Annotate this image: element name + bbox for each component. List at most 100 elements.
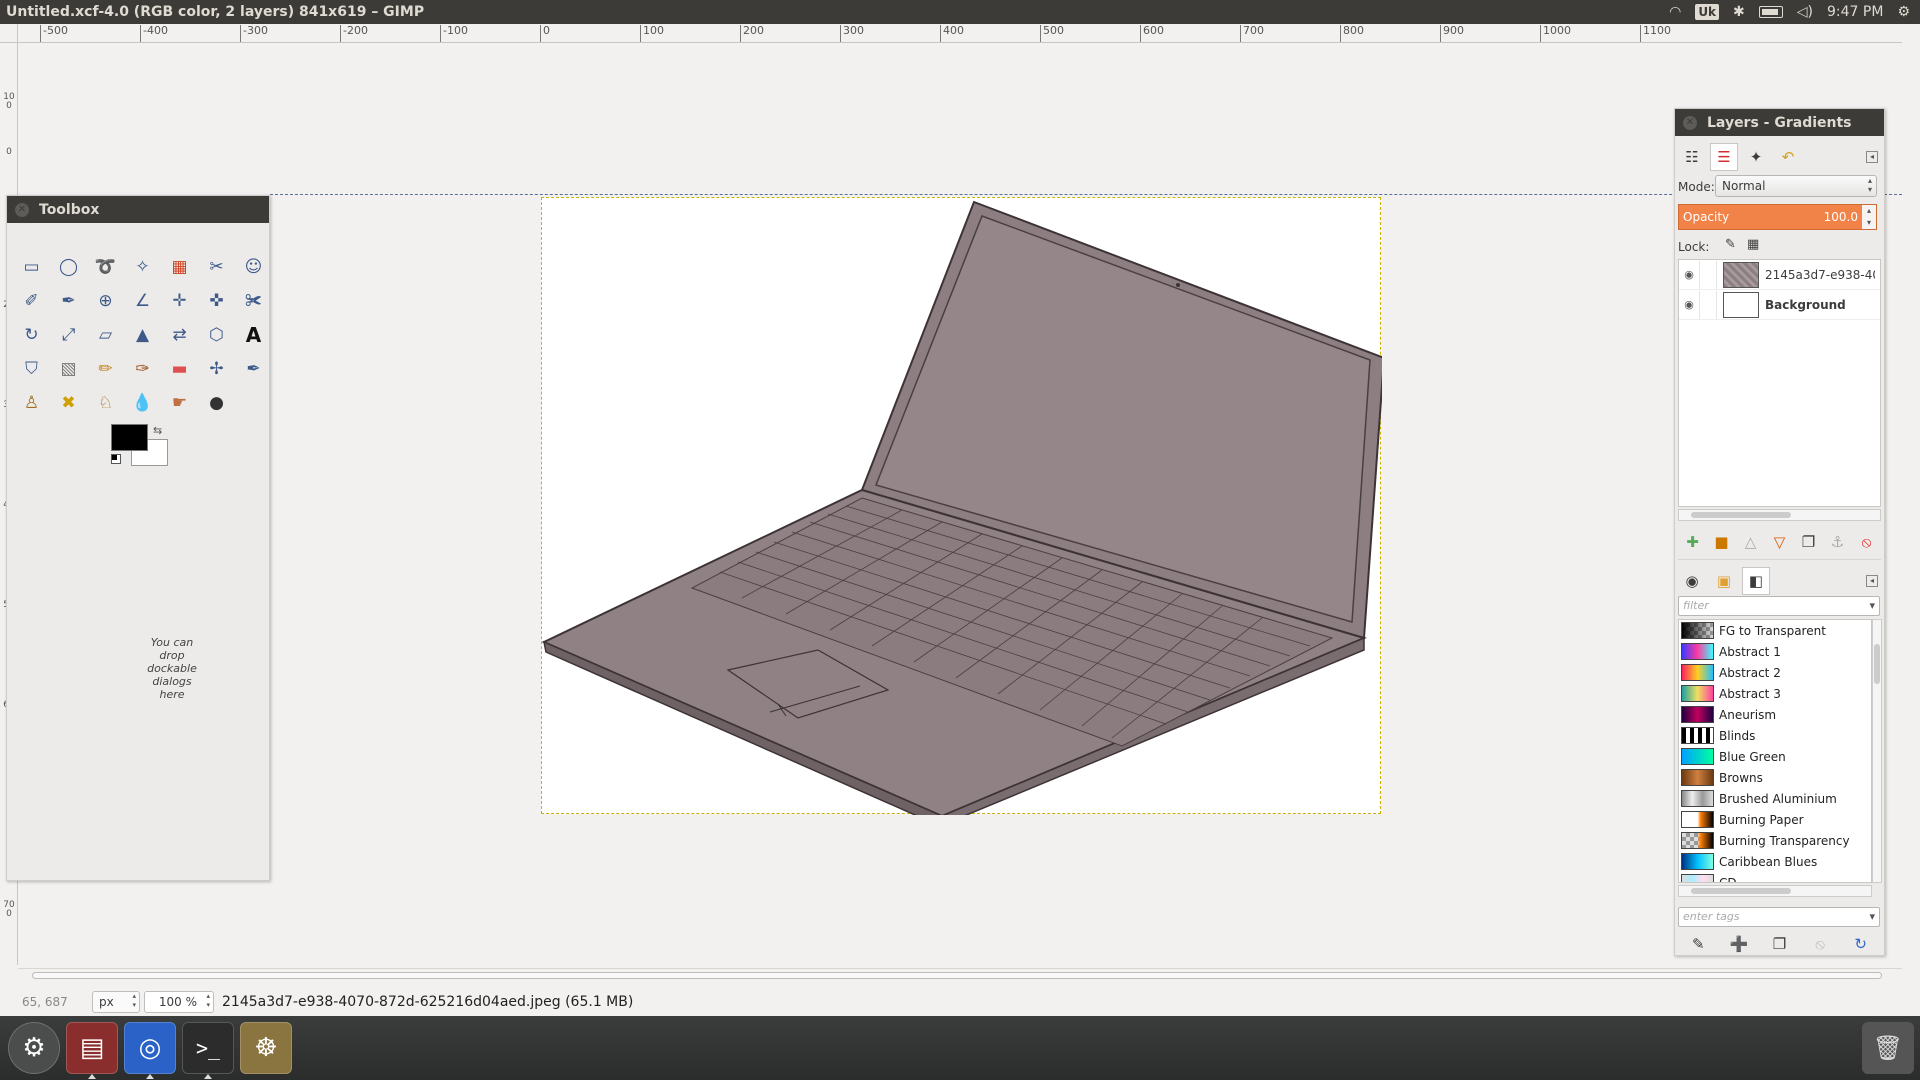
delete-gradient-icon[interactable]: ⦸ [1811,935,1829,953]
gradient-item[interactable]: Brushed Aluminium [1679,788,1871,809]
perspective-clone-icon[interactable]: ♘ [87,386,124,420]
select-by-color-icon[interactable]: ▦ [161,250,198,284]
raise-layer-icon[interactable]: △ [1742,533,1759,551]
default-colors-icon[interactable] [111,454,121,464]
crop-icon[interactable]: ✀ [235,284,272,318]
tab-paths[interactable]: ✦ [1742,143,1770,171]
new-layer-group-icon[interactable]: ■ [1713,533,1730,551]
delete-layer-icon[interactable]: ⦸ [1858,533,1875,551]
refresh-gradients-icon[interactable]: ↻ [1852,935,1870,953]
tab-layers[interactable]: ☷ [1678,143,1706,171]
anchor-layer-icon[interactable]: ⚓ [1829,533,1846,551]
pencil-icon[interactable]: ✏ [87,352,124,386]
zoom-select[interactable]: 100 % [144,991,214,1013]
visibility-eye-icon[interactable]: ◉ [1679,268,1699,281]
scale-icon[interactable]: ⤢ [50,318,87,352]
volume-icon[interactable]: ◁) [1797,4,1813,20]
paintbrush-icon[interactable]: ✑ [124,352,161,386]
canvas-hscrollbar[interactable] [18,968,1902,982]
horizontal-guide[interactable] [270,194,1902,195]
close-icon[interactable]: ✕ [1683,115,1697,130]
visibility-eye-icon[interactable]: ◉ [1679,298,1699,311]
color-picker-icon[interactable]: ✒ [50,284,87,318]
tab-menu-icon[interactable]: ◂ [1866,575,1878,587]
tab-gradients[interactable]: ◧ [1742,567,1770,595]
gradient-item[interactable]: Abstract 1 [1679,641,1871,662]
bucket-fill-icon[interactable]: ⛉ [13,352,50,386]
fuzzy-select-icon[interactable]: ✧ [124,250,161,284]
zoom-icon[interactable]: ⊕ [87,284,124,318]
gradient-item[interactable]: Browns [1679,767,1871,788]
gradient-item[interactable]: CD [1679,872,1871,882]
gradient-item[interactable]: Caribbean Blues [1679,851,1871,872]
tags-input[interactable]: enter tags [1678,907,1880,927]
chain-toggle[interactable] [1699,260,1717,289]
tab-brushes[interactable]: ◉ [1678,567,1706,595]
gradient-item[interactable]: Blinds [1679,725,1871,746]
gradient-item[interactable]: Blue Green [1679,746,1871,767]
rotate-icon[interactable]: ↻ [13,318,50,352]
dock-titlebar[interactable]: ✕ Layers - Gradients [1675,109,1884,136]
gradient-item[interactable]: Abstract 3 [1679,683,1871,704]
terminal-icon[interactable]: >_ [182,1022,234,1074]
free-select-icon[interactable]: ➰ [87,250,124,284]
layer-row[interactable]: ◉ Background [1679,290,1880,320]
opacity-spinner[interactable]: ▴ ▾ [1862,205,1876,229]
heal-icon[interactable]: ✖ [50,386,87,420]
gradient-list-vscrollbar[interactable] [1872,619,1882,883]
shear-icon[interactable]: ▱ [87,318,124,352]
text-icon[interactable]: A [235,318,272,352]
flip-icon[interactable]: ⇄ [161,318,198,352]
trash-icon[interactable]: 🗑 [1862,1022,1914,1074]
ubuntu-dash-icon[interactable]: ⚙ [8,1022,60,1074]
gradient-item[interactable]: Burning Paper [1679,809,1871,830]
lower-layer-icon[interactable]: ▽ [1771,533,1788,551]
tab-channels[interactable]: ☰ [1710,143,1738,171]
close-icon[interactable]: ✕ [15,202,29,217]
image-canvas[interactable] [541,197,1382,815]
ruler-corner[interactable] [0,24,18,43]
clock[interactable]: 9:47 PM [1827,4,1883,20]
tab-undo-history[interactable]: ↶ [1774,143,1802,171]
gimp-icon[interactable]: ☸ [240,1022,292,1074]
opacity-slider[interactable]: Opacity 100.0 ▴ ▾ [1678,204,1877,230]
duplicate-gradient-icon[interactable]: ❐ [1770,935,1788,953]
paths-icon[interactable]: ✐ [13,284,50,318]
layer-name[interactable]: Background [1765,298,1875,312]
cage-icon[interactable]: ⬡ [198,318,235,352]
eraser-icon[interactable]: ▬ [161,352,198,386]
blur-icon[interactable]: 💧 [124,386,161,420]
move-icon[interactable]: ✛ [161,284,198,318]
tab-patterns[interactable]: ▣ [1710,567,1738,595]
layer-name[interactable]: 2145a3d7-e938-4070-872d-625216d04aed.jpe… [1765,268,1875,282]
gradient-item[interactable]: Burning Transparency [1679,830,1871,851]
keyboard-layout-indicator[interactable]: Uk [1695,4,1720,20]
settings-gear-icon[interactable]: ⚙ [1897,4,1910,20]
swap-colors-icon[interactable]: ⇆ [153,424,162,437]
ellipse-select-icon[interactable]: ◯ [50,250,87,284]
airbrush-icon[interactable]: ✢ [198,352,235,386]
edit-gradient-icon[interactable]: ✎ [1689,935,1707,953]
gradient-filter-input[interactable]: filter [1678,596,1880,616]
layer-row[interactable]: ◉ 2145a3d7-e938-4070-872d-625216d04aed.j… [1679,260,1880,290]
duplicate-layer-icon[interactable]: ❐ [1800,533,1817,551]
align-icon[interactable]: ✜ [198,284,235,318]
bluetooth-icon[interactable]: ✱ [1733,4,1745,20]
unit-select[interactable]: px [92,991,140,1013]
ink-icon[interactable]: ✒ [235,352,272,386]
clone-icon[interactable]: ♙ [13,386,50,420]
chain-toggle[interactable] [1699,290,1717,319]
lock-alpha-icon[interactable]: ▦ [1747,237,1759,252]
blend-icon[interactable]: ▧ [50,352,87,386]
lock-pixels-icon[interactable]: ✎ [1725,237,1736,252]
canvas-vscrollbar[interactable] [1902,43,1920,965]
measure-icon[interactable]: ∠ [124,284,161,318]
tab-menu-icon[interactable]: ◂ [1866,151,1878,163]
battery-icon[interactable] [1758,6,1783,18]
perspective-icon[interactable]: ▲ [124,318,161,352]
rect-select-icon[interactable]: ▭ [13,250,50,284]
new-gradient-icon[interactable]: ➕ [1730,935,1749,953]
scissors-icon[interactable]: ✂ [198,250,235,284]
new-layer-icon[interactable]: ✚ [1684,533,1701,551]
horizontal-ruler[interactable]: -500 -400 -300 -200 -100 0 100 200 300 400 500 600 7… [18,24,1902,43]
